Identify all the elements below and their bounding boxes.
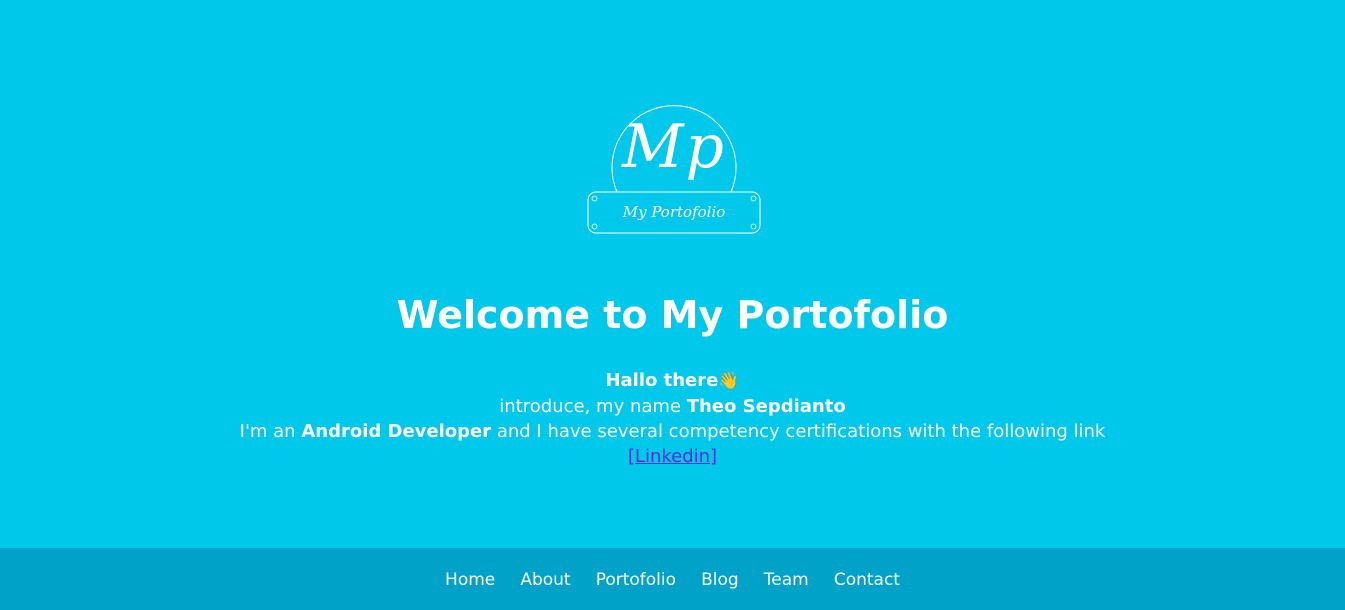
nav-team[interactable]: Team — [764, 568, 809, 592]
author-name: Theo Sepdianto — [686, 396, 846, 417]
link-line: [Linkedin] — [0, 444, 1345, 469]
intro-text: Hallo there👋 introduce, my name Theo Sep… — [0, 368, 1345, 469]
linkedin-link[interactable]: [Linkedin] — [628, 446, 717, 467]
intro-prefix: introduce, my name — [499, 396, 687, 417]
logo-monogram: Mp — [622, 112, 726, 182]
waving-hand-icon: 👋 — [718, 371, 740, 391]
nav-about[interactable]: About — [520, 568, 570, 592]
name-line: introduce, my name Theo Sepdianto — [0, 394, 1345, 419]
greeting-line: Hallo there👋 — [0, 368, 1345, 394]
footer-nav-bar: Home About Portofolio Blog Team Contact — [0, 548, 1345, 610]
portfolio-logo: Mp My Portofolio — [586, 88, 762, 238]
author-role: Android Developer — [301, 421, 492, 442]
main-nav: Home About Portofolio Blog Team Contact — [0, 568, 1345, 592]
nav-home[interactable]: Home — [445, 568, 495, 592]
role-prefix: I'm an — [239, 421, 302, 442]
hero-section: Mp My Portofolio Welcome to My Portofoli… — [0, 0, 1345, 548]
logo-text: My Portofolio — [622, 203, 726, 221]
nav-portofolio[interactable]: Portofolio — [596, 568, 676, 592]
role-suffix: and I have several competency certificat… — [491, 421, 1106, 442]
greeting-text: Hallo there — [605, 370, 719, 391]
page-title: Welcome to My Portofolio — [396, 293, 949, 337]
nav-contact[interactable]: Contact — [834, 568, 900, 592]
nav-blog[interactable]: Blog — [701, 568, 739, 592]
role-line: I'm an Android Developer and I have seve… — [0, 419, 1345, 444]
